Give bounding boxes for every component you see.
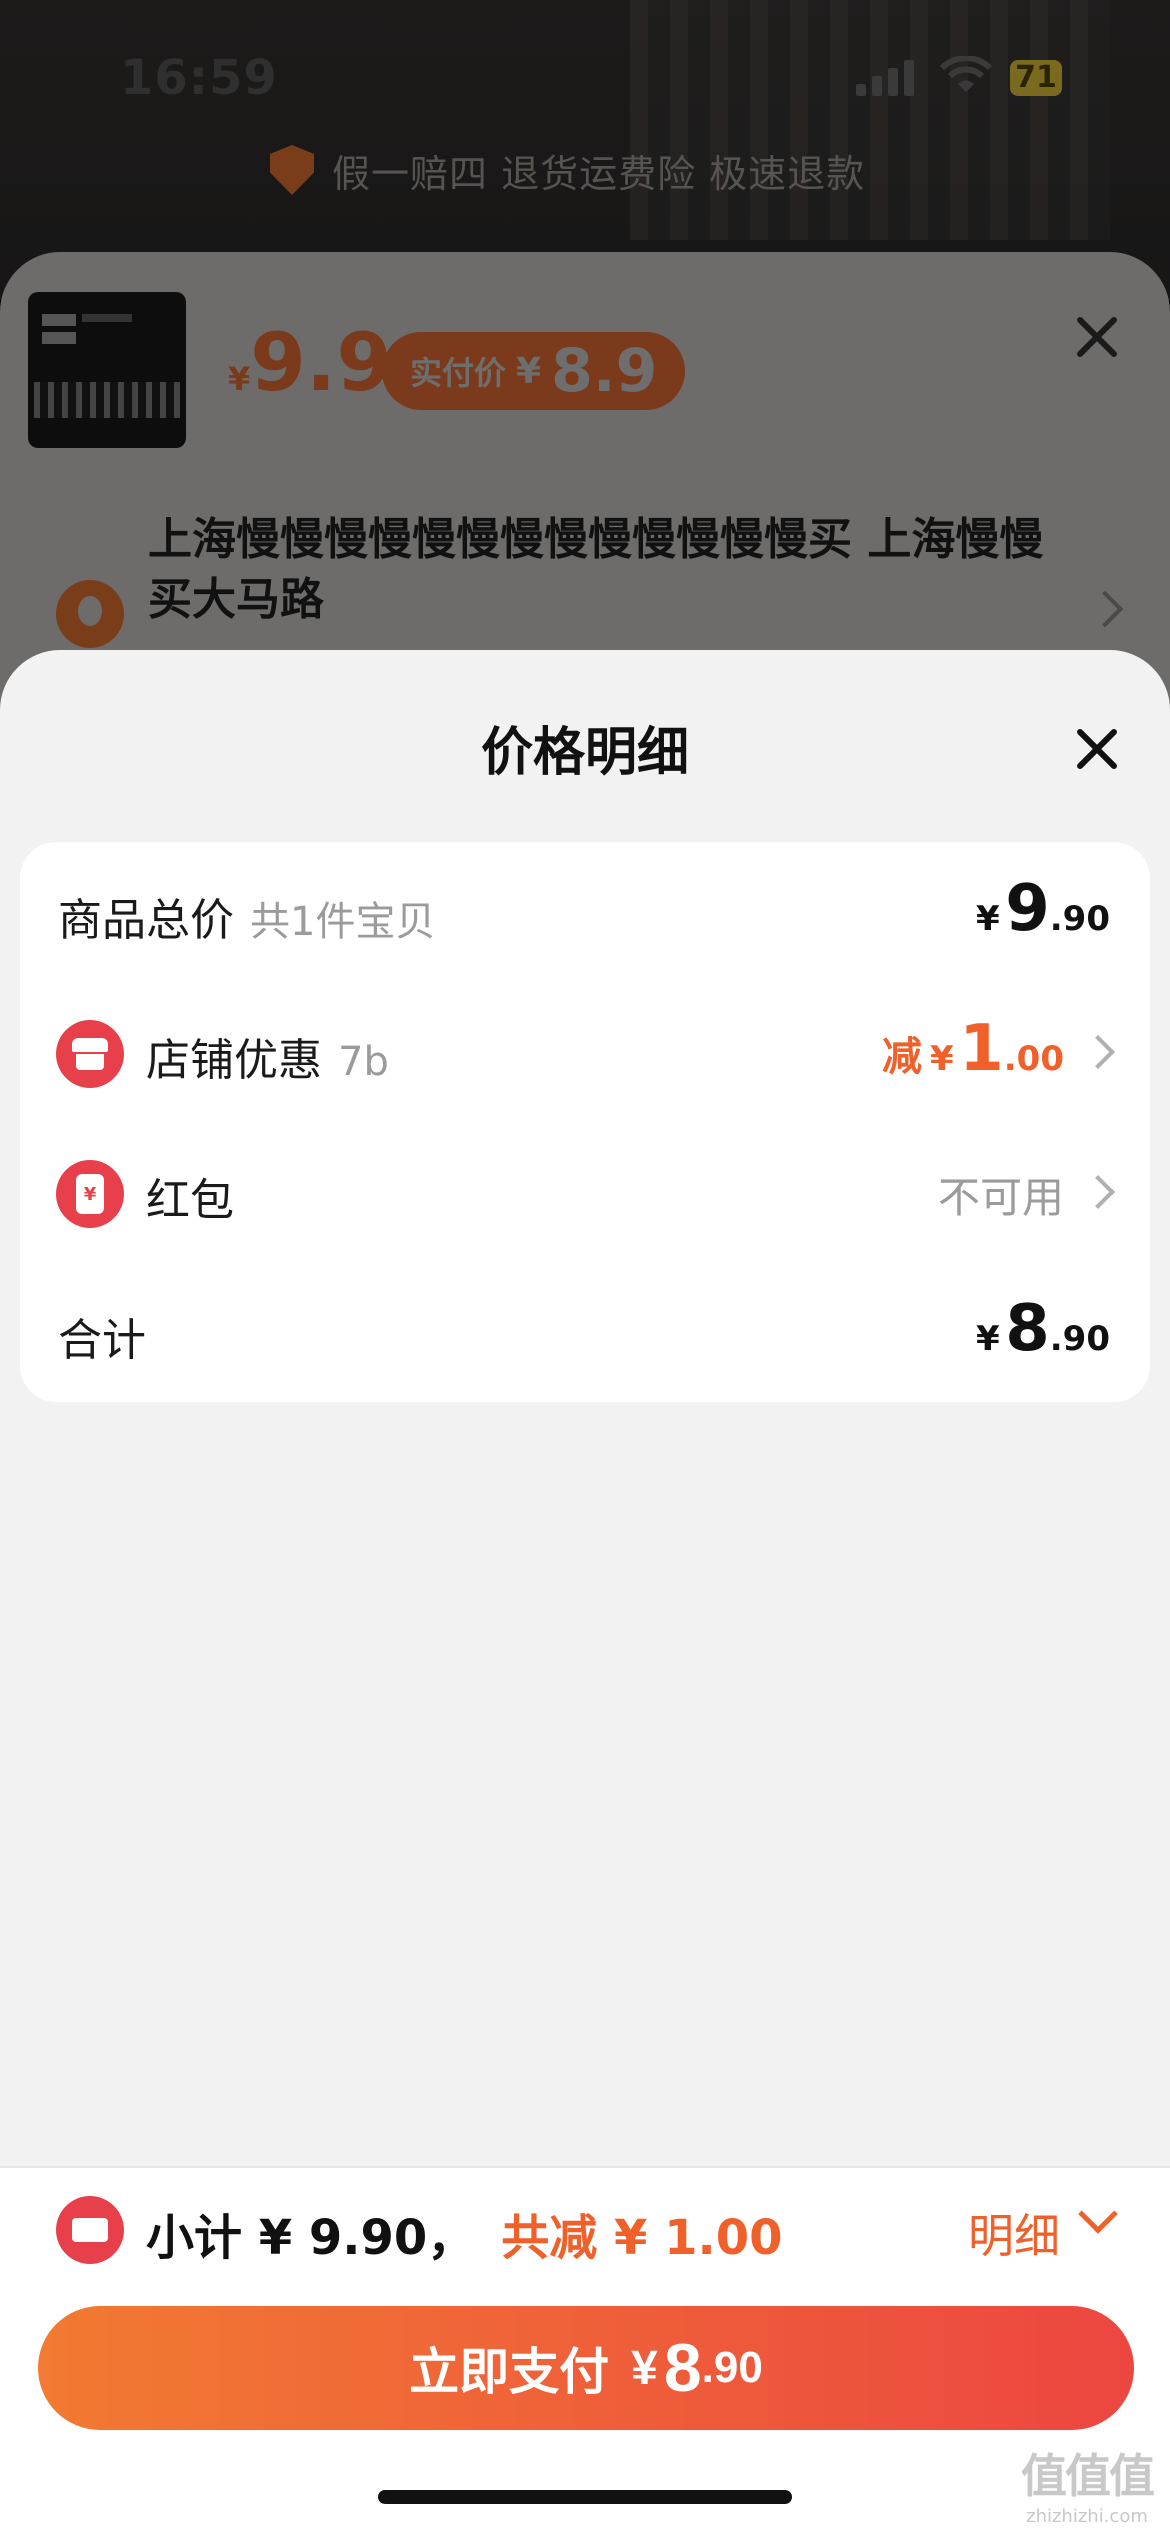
watermark: 值值值 zhizhizhi.com bbox=[1012, 2440, 1162, 2527]
pay-now-button[interactable]: 立即支付 ¥ 8.90 bbox=[38, 2306, 1134, 2430]
chevron-right-icon bbox=[1081, 1035, 1115, 1069]
paid-price-badge: 实付价 ¥ 8.9 bbox=[382, 332, 686, 410]
paid-price-label: 实付价 bbox=[410, 354, 507, 392]
store-icon bbox=[56, 1020, 124, 1088]
subtotal-summary: 小计 ¥ 9.90， 共减 ¥ 1.00 bbox=[146, 2198, 783, 2268]
total-amount: ¥ 8.90 bbox=[975, 1292, 1110, 1366]
goods-total-row: 商品总价 共1件宝贝 ¥ 9.90 bbox=[20, 842, 1150, 982]
product-price: ¥9.9 bbox=[228, 316, 392, 409]
item-count: 共1件宝贝 bbox=[250, 899, 436, 945]
total-row: 合计 ¥ 8.90 bbox=[20, 1262, 1150, 1402]
status-time: 16:59 bbox=[120, 50, 278, 106]
location-pin-icon bbox=[56, 580, 124, 648]
store-discount-row[interactable]: 店铺优惠 7b 减 ¥ 1.00 bbox=[20, 982, 1150, 1122]
home-indicator bbox=[378, 2490, 792, 2504]
guarantee-banner: 假一赔四 退货运费险 极速退款 bbox=[270, 140, 865, 200]
close-icon[interactable] bbox=[1070, 310, 1124, 364]
pay-amount-int: 8 bbox=[663, 2330, 702, 2406]
store-discount-amount: 减 ¥ 1.00 bbox=[881, 1012, 1064, 1086]
wifi-icon bbox=[940, 56, 992, 92]
price-value: 9.9 bbox=[250, 316, 392, 409]
red-packet-icon: ¥ bbox=[56, 1160, 124, 1228]
product-thumbnail[interactable] bbox=[28, 292, 186, 448]
currency-symbol: ¥ bbox=[228, 360, 251, 398]
subtotal-text: 小计 ¥ 9.90， bbox=[146, 2210, 476, 2266]
ticket-icon bbox=[56, 2196, 124, 2264]
red-packet-status: 不可用 bbox=[937, 1173, 1064, 1222]
chevron-right-icon bbox=[1081, 1175, 1115, 1209]
shield-icon bbox=[270, 145, 314, 195]
watermark-glyphs: 值值值 bbox=[1021, 2449, 1155, 2503]
close-icon[interactable] bbox=[1070, 722, 1124, 776]
store-discount-code: 7b bbox=[338, 1039, 389, 1085]
goods-total-label: 商品总价 bbox=[58, 895, 234, 946]
price-detail-card: 商品总价 共1件宝贝 ¥ 9.90 店铺优惠 7b 减 ¥ 1.00 ¥ 红包 不可用… bbox=[20, 842, 1150, 1402]
currency-symbol: ¥ bbox=[631, 2341, 658, 2395]
status-bar: 16:59 71 bbox=[0, 0, 1170, 150]
paid-price-value: 8.9 bbox=[551, 336, 658, 406]
delivery-address[interactable]: 上海慢慢慢慢慢慢慢慢慢慢慢慢慢买 上海慢慢买大马路 bbox=[148, 510, 1068, 630]
detail-toggle[interactable]: 明细 bbox=[968, 2200, 1060, 2266]
red-packet-row[interactable]: ¥ 红包 不可用 bbox=[20, 1122, 1150, 1262]
battery-icon: 71 bbox=[1010, 60, 1062, 96]
red-packet-label: 红包 bbox=[146, 1175, 234, 1226]
store-discount-label: 店铺优惠 bbox=[146, 1035, 322, 1086]
currency-symbol: ¥ bbox=[516, 350, 542, 392]
sheet-title: 价格明细 bbox=[480, 723, 689, 783]
discount-total-text: 共减 ¥ 1.00 bbox=[501, 2210, 783, 2266]
pay-amount-dec: .90 bbox=[701, 2343, 763, 2392]
signal-icon bbox=[856, 60, 916, 96]
total-label: 合计 bbox=[58, 1315, 146, 1366]
watermark-domain: zhizhizhi.com bbox=[1026, 2506, 1148, 2527]
goods-total-amount: ¥ 9.90 bbox=[975, 872, 1110, 946]
pay-now-label: 立即支付 bbox=[409, 2344, 610, 2400]
guarantee-text: 假一赔四 退货运费险 极速退款 bbox=[332, 151, 866, 196]
